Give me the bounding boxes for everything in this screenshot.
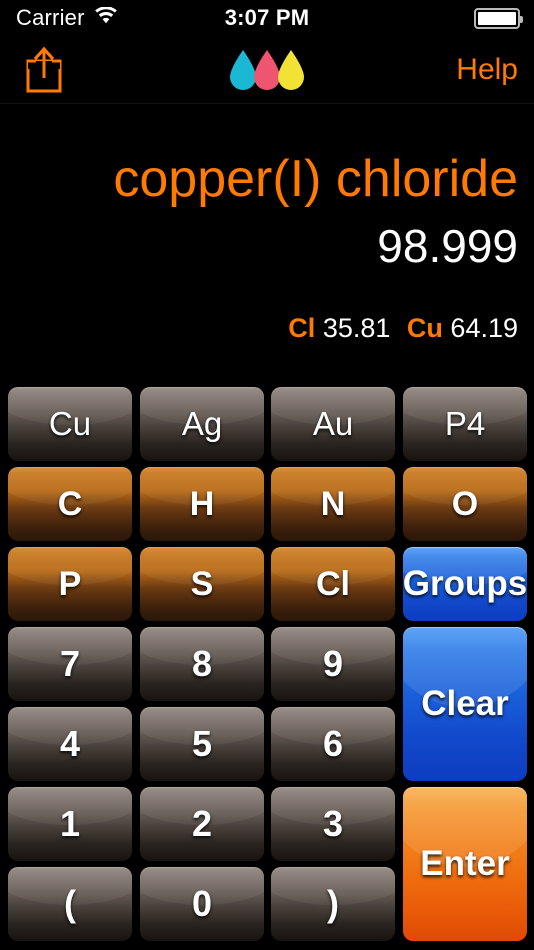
key-label: 5 bbox=[191, 723, 213, 764]
key-2[interactable]: 2 bbox=[140, 787, 264, 861]
key-label: H bbox=[189, 484, 215, 523]
key-p[interactable]: P bbox=[8, 547, 132, 621]
key-cu[interactable]: Cu bbox=[8, 387, 132, 461]
key-4[interactable]: 4 bbox=[8, 707, 132, 781]
key-ag[interactable]: Ag bbox=[140, 387, 264, 461]
nav-bar: Help bbox=[0, 36, 534, 104]
key-8[interactable]: 8 bbox=[140, 627, 264, 701]
key-label: O bbox=[451, 484, 479, 523]
key-label: ) bbox=[327, 883, 339, 924]
key-label: C bbox=[57, 484, 83, 523]
key-n[interactable]: N bbox=[271, 467, 395, 541]
key-enter[interactable]: Enter bbox=[403, 787, 527, 941]
compound-name: copper(I) chloride bbox=[113, 150, 518, 208]
app-root: Carrier 3:07 PM Help copper(I) chloride … bbox=[0, 0, 534, 950]
key-label: P bbox=[58, 564, 82, 603]
key-close-paren[interactable]: ) bbox=[271, 867, 395, 941]
key-0[interactable]: 0 bbox=[140, 867, 264, 941]
key-au[interactable]: Au bbox=[271, 387, 395, 461]
key-label: 9 bbox=[322, 643, 344, 684]
key-label: ( bbox=[64, 883, 76, 924]
key-3[interactable]: 3 bbox=[271, 787, 395, 861]
key-label: Clear bbox=[421, 684, 509, 723]
key-groups[interactable]: Groups bbox=[403, 547, 527, 621]
key-label: 0 bbox=[191, 883, 213, 924]
key-label: 4 bbox=[59, 723, 81, 764]
key-s[interactable]: S bbox=[140, 547, 264, 621]
key-label: 6 bbox=[322, 723, 344, 764]
key-9[interactable]: 9 bbox=[271, 627, 395, 701]
clock-label: 3:07 PM bbox=[224, 5, 310, 30]
key-label: Ag bbox=[181, 405, 223, 442]
composition-percent: 35.81 bbox=[322, 313, 391, 343]
key-label: Cu bbox=[48, 405, 92, 442]
key-label: 7 bbox=[59, 643, 81, 684]
battery-full-icon bbox=[474, 7, 523, 29]
key-5[interactable]: 5 bbox=[140, 707, 264, 781]
key-clear[interactable]: Clear bbox=[403, 627, 527, 781]
composition-percent: 64.19 bbox=[450, 313, 518, 343]
key-label: Au bbox=[312, 405, 354, 442]
battery-fill bbox=[478, 11, 516, 25]
three-droplets-logo bbox=[0, 48, 534, 92]
help-button[interactable]: Help bbox=[456, 36, 518, 104]
molar-mass-value: 98.999 bbox=[377, 220, 518, 272]
key-p4[interactable]: P4 bbox=[403, 387, 527, 461]
key-label: Enter bbox=[420, 844, 510, 883]
result-display: copper(I) chloride 98.999 Cl 35.81 Cu 64… bbox=[0, 105, 534, 378]
key-o[interactable]: O bbox=[403, 467, 527, 541]
key-label: Cl bbox=[316, 564, 350, 603]
key-7[interactable]: 7 bbox=[8, 627, 132, 701]
key-label: N bbox=[320, 484, 346, 523]
status-bar: Carrier 3:07 PM bbox=[0, 0, 534, 36]
key-label: S bbox=[190, 564, 214, 603]
key-label: 2 bbox=[191, 803, 213, 844]
key-open-paren[interactable]: ( bbox=[8, 867, 132, 941]
composition-breakdown: Cl 35.81 Cu 64.19 bbox=[288, 313, 518, 344]
key-c[interactable]: C bbox=[8, 467, 132, 541]
key-1[interactable]: 1 bbox=[8, 787, 132, 861]
composition-symbol: Cu bbox=[406, 313, 443, 343]
status-right-group bbox=[474, 7, 523, 29]
keypad: Cu Ag Au P4 C H N O P S Cl Groups 7 8 9 … bbox=[0, 385, 534, 950]
key-6[interactable]: 6 bbox=[271, 707, 395, 781]
droplet-yellow-icon bbox=[278, 50, 304, 90]
key-label: 3 bbox=[322, 803, 344, 844]
help-label: Help bbox=[456, 53, 518, 86]
key-cl[interactable]: Cl bbox=[271, 547, 395, 621]
key-label: P4 bbox=[444, 405, 486, 442]
key-h[interactable]: H bbox=[140, 467, 264, 541]
key-label: 8 bbox=[191, 643, 213, 684]
composition-symbol: Cl bbox=[288, 313, 316, 343]
key-label: Groups bbox=[403, 564, 527, 603]
key-label: 1 bbox=[59, 803, 81, 844]
